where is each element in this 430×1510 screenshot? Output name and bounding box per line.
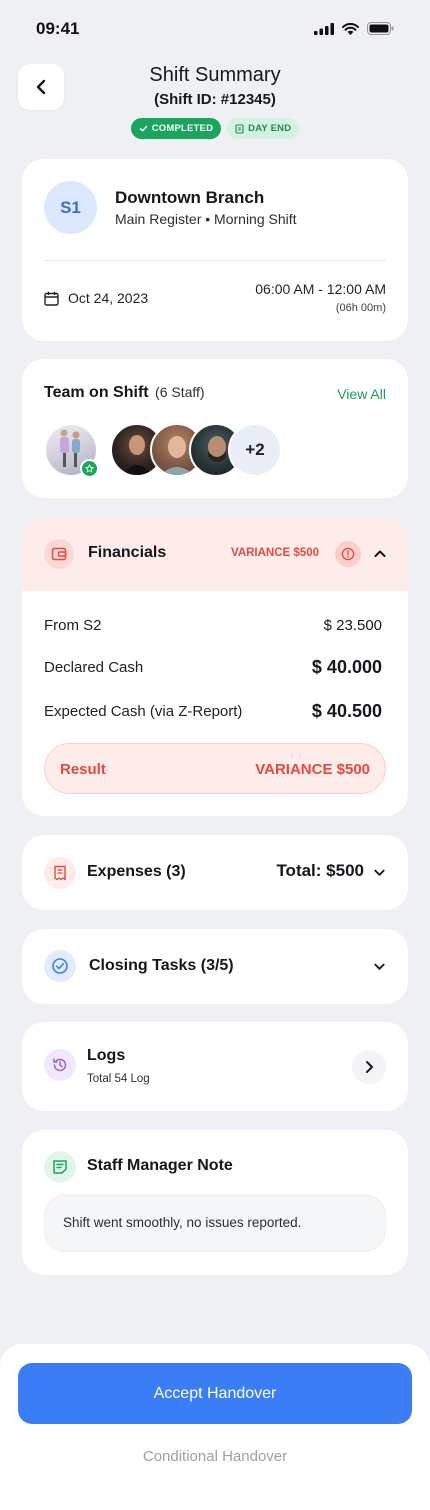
wifi-icon (342, 22, 359, 35)
result-value: VARIANCE $500 (255, 761, 370, 778)
manager-note-card: Staff Manager Note Shift went smoothly, … (22, 1130, 408, 1275)
accept-handover-button[interactable]: Accept Handover (18, 1363, 412, 1424)
history-icon (44, 1049, 76, 1081)
branch-name: Downtown Branch (115, 188, 265, 207)
calendar-icon (44, 291, 59, 306)
expected-cash-value: $ 40.500 (311, 701, 382, 721)
chevron-down-icon[interactable] (373, 960, 386, 973)
branch-avatar: S1 (44, 181, 97, 234)
check-circle-icon (44, 950, 76, 982)
manager-note-title: Staff Manager Note (87, 1157, 233, 1174)
from-s2-label: From S2 (44, 617, 102, 634)
status-bar: 09:41 (0, 0, 430, 56)
star-icon (85, 464, 94, 473)
view-all-link[interactable]: View All (337, 386, 386, 402)
team-count: (6 Staff) (155, 384, 205, 400)
chevron-up-icon[interactable] (373, 547, 387, 561)
conditional-handover-button[interactable]: Conditional Handover (0, 1448, 430, 1465)
team-title-label: Team on Shift (44, 384, 149, 401)
variance-badge: VARIANCE $500 (231, 547, 319, 559)
financials-title: Financials (88, 544, 167, 561)
shift-id: (Shift ID: #12345) (154, 91, 276, 108)
shift-date-row: Oct 24, 2023 (44, 290, 148, 306)
check-icon (139, 125, 147, 132)
divider (44, 260, 386, 261)
logs-open-button[interactable] (352, 1050, 386, 1084)
chevron-down-icon[interactable] (373, 866, 386, 879)
from-s2-value: $ 23.500 (323, 617, 382, 634)
bottom-action-bar: Accept Handover Conditional Handover (0, 1344, 430, 1510)
shift-time-range: 06:00 AM - 12:00 AM (255, 281, 386, 297)
shift-duration: (06h 00m) (335, 302, 386, 314)
team-title: Team on Shift (6 Staff) (44, 384, 205, 402)
wallet-icon (44, 539, 74, 569)
team-card: Team on Shift (6 Staff) View All +2 (22, 359, 408, 498)
note-icon (44, 1151, 76, 1183)
completed-badge-label: COMPLETED (151, 123, 214, 134)
day-end-badge-label: DAY END (248, 123, 292, 134)
manager-note-text: Shift went smoothly, no issues reported. (63, 1215, 302, 1230)
signal-icon (314, 22, 334, 35)
manager-note-box: Shift went smoothly, no issues reported. (44, 1194, 386, 1252)
branch-meta: Main Register • Morning Shift (115, 211, 297, 227)
branch-card: S1 Downtown Branch Main Register • Morni… (22, 159, 408, 341)
day-end-badge: DAY END (227, 118, 300, 139)
more-staff-avatar[interactable]: +2 (228, 423, 282, 477)
page-title: Shift Summary (149, 64, 281, 86)
declared-cash-label: Declared Cash (44, 659, 144, 676)
alert-icon[interactable] (335, 541, 361, 567)
shift-date: Oct 24, 2023 (68, 290, 149, 306)
declared-cash-value: $ 40.000 (311, 657, 382, 677)
expenses-total: Total: $500 (276, 861, 364, 880)
result-pill: Result VARIANCE $500 (44, 743, 386, 794)
online-badge (80, 459, 99, 478)
status-icons (314, 22, 394, 35)
logs-subtitle: Total 54 Log (87, 1073, 150, 1085)
receipt-icon (44, 857, 76, 889)
status-time: 09:41 (36, 19, 80, 38)
logs-card[interactable]: Logs Total 54 Log (22, 1022, 408, 1111)
closing-tasks-card[interactable]: Closing Tasks (3/5) (22, 929, 408, 1004)
document-icon (235, 123, 244, 134)
completed-badge: COMPLETED (130, 118, 222, 139)
financials-header[interactable]: Financials VARIANCE $500 (22, 518, 408, 591)
closing-tasks-title: Closing Tasks (3/5) (89, 957, 234, 974)
expected-cash-label: Expected Cash (via Z-Report) (44, 703, 243, 720)
result-label: Result (60, 761, 106, 778)
financials-card: Financials VARIANCE $500 From S2 $ 23.50… (22, 518, 408, 816)
expenses-card[interactable]: Expenses (3) Total: $500 (22, 835, 408, 910)
battery-icon (367, 22, 394, 35)
chevron-right-icon (366, 1061, 373, 1073)
logs-title: Logs (87, 1047, 126, 1064)
expenses-title: Expenses (3) (87, 863, 186, 880)
status-badges: COMPLETED DAY END (0, 118, 430, 139)
